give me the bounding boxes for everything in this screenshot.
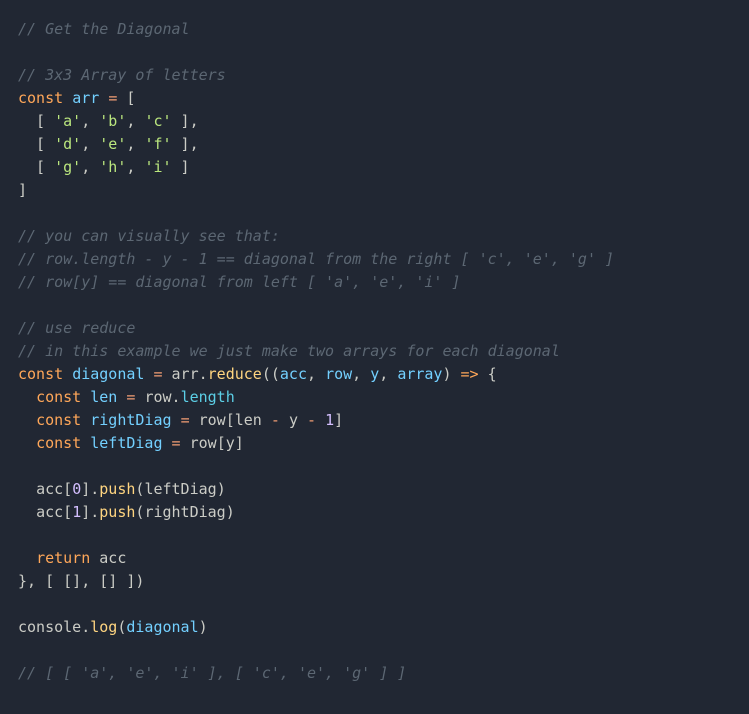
comma: , — [81, 112, 99, 130]
param-y: y — [370, 365, 379, 383]
identifier-diagonal: diagonal — [126, 618, 198, 636]
string: 'b' — [99, 112, 126, 130]
comment: // [ [ 'a', 'e', 'i' ], [ 'c', 'e', 'g' … — [18, 664, 406, 682]
method-reduce: reduce — [208, 365, 262, 383]
param-row: row — [325, 365, 352, 383]
operator-equals: = — [172, 434, 181, 452]
string: 'd' — [54, 135, 81, 153]
operator-equals: = — [181, 411, 190, 429]
string: 'i' — [144, 158, 171, 176]
identifier-rightdiag: rightDiag — [90, 411, 171, 429]
identifier-diagonal: diagonal — [72, 365, 144, 383]
comma: , — [126, 158, 144, 176]
string: 'f' — [144, 135, 171, 153]
string: 'h' — [99, 158, 126, 176]
number: 0 — [72, 480, 81, 498]
comma: , — [81, 135, 99, 153]
identifier: len — [235, 411, 262, 429]
row-close: ], — [172, 135, 199, 153]
comment: // row[y] == diagonal from left [ 'a', '… — [18, 273, 461, 291]
operator-minus: - — [307, 411, 316, 429]
identifier: row — [144, 388, 171, 406]
identifier: acc — [36, 480, 63, 498]
comment: // you can visually see that: — [18, 227, 280, 245]
code-block: // Get the Diagonal // 3x3 Array of lett… — [18, 18, 731, 685]
param-array: array — [397, 365, 442, 383]
method-log: log — [90, 618, 117, 636]
identifier: y — [289, 411, 298, 429]
row-open: [ — [18, 158, 54, 176]
identifier: leftDiag — [144, 480, 216, 498]
identifier: arr — [172, 365, 199, 383]
operator-equals: = — [126, 388, 135, 406]
row-close: ] — [172, 158, 190, 176]
identifier-len: len — [90, 388, 117, 406]
row-close: ], — [172, 112, 199, 130]
method-push: push — [99, 503, 135, 521]
comment: // row.length - y - 1 == diagonal from t… — [18, 250, 614, 268]
identifier-leftdiag: leftDiag — [90, 434, 162, 452]
comment: // use reduce — [18, 319, 135, 337]
operator-equals: = — [108, 89, 117, 107]
keyword-const: const — [18, 365, 63, 383]
row-open: [ — [18, 135, 54, 153]
bracket: [ — [126, 89, 135, 107]
identifier: y — [226, 434, 235, 452]
operator-equals: = — [153, 365, 162, 383]
comma: , — [126, 112, 144, 130]
keyword-return: return — [36, 549, 90, 567]
number: 1 — [325, 411, 334, 429]
bracket: ] — [18, 181, 27, 199]
param-acc: acc — [280, 365, 307, 383]
identifier: row — [199, 411, 226, 429]
operator-minus: - — [271, 411, 280, 429]
comma: , — [126, 135, 144, 153]
comment: // Get the Diagonal — [18, 20, 190, 38]
string: 'g' — [54, 158, 81, 176]
identifier: row — [190, 434, 217, 452]
string: 'e' — [99, 135, 126, 153]
property-length: length — [181, 388, 235, 406]
string: 'c' — [144, 112, 171, 130]
keyword-const: const — [36, 388, 81, 406]
identifier: rightDiag — [144, 503, 225, 521]
identifier: acc — [99, 549, 126, 567]
keyword-const: const — [18, 89, 63, 107]
keyword-const: const — [36, 411, 81, 429]
identifier-arr: arr — [72, 89, 99, 107]
string: 'a' — [54, 112, 81, 130]
row-open: [ — [18, 112, 54, 130]
comment: // 3x3 Array of letters — [18, 66, 226, 84]
arrow: => — [461, 365, 479, 383]
identifier-console: console — [18, 618, 81, 636]
comment: // in this example we just make two arra… — [18, 342, 560, 360]
comma: , — [81, 158, 99, 176]
keyword-const: const — [36, 434, 81, 452]
number: 1 — [72, 503, 81, 521]
method-push: push — [99, 480, 135, 498]
identifier: acc — [36, 503, 63, 521]
